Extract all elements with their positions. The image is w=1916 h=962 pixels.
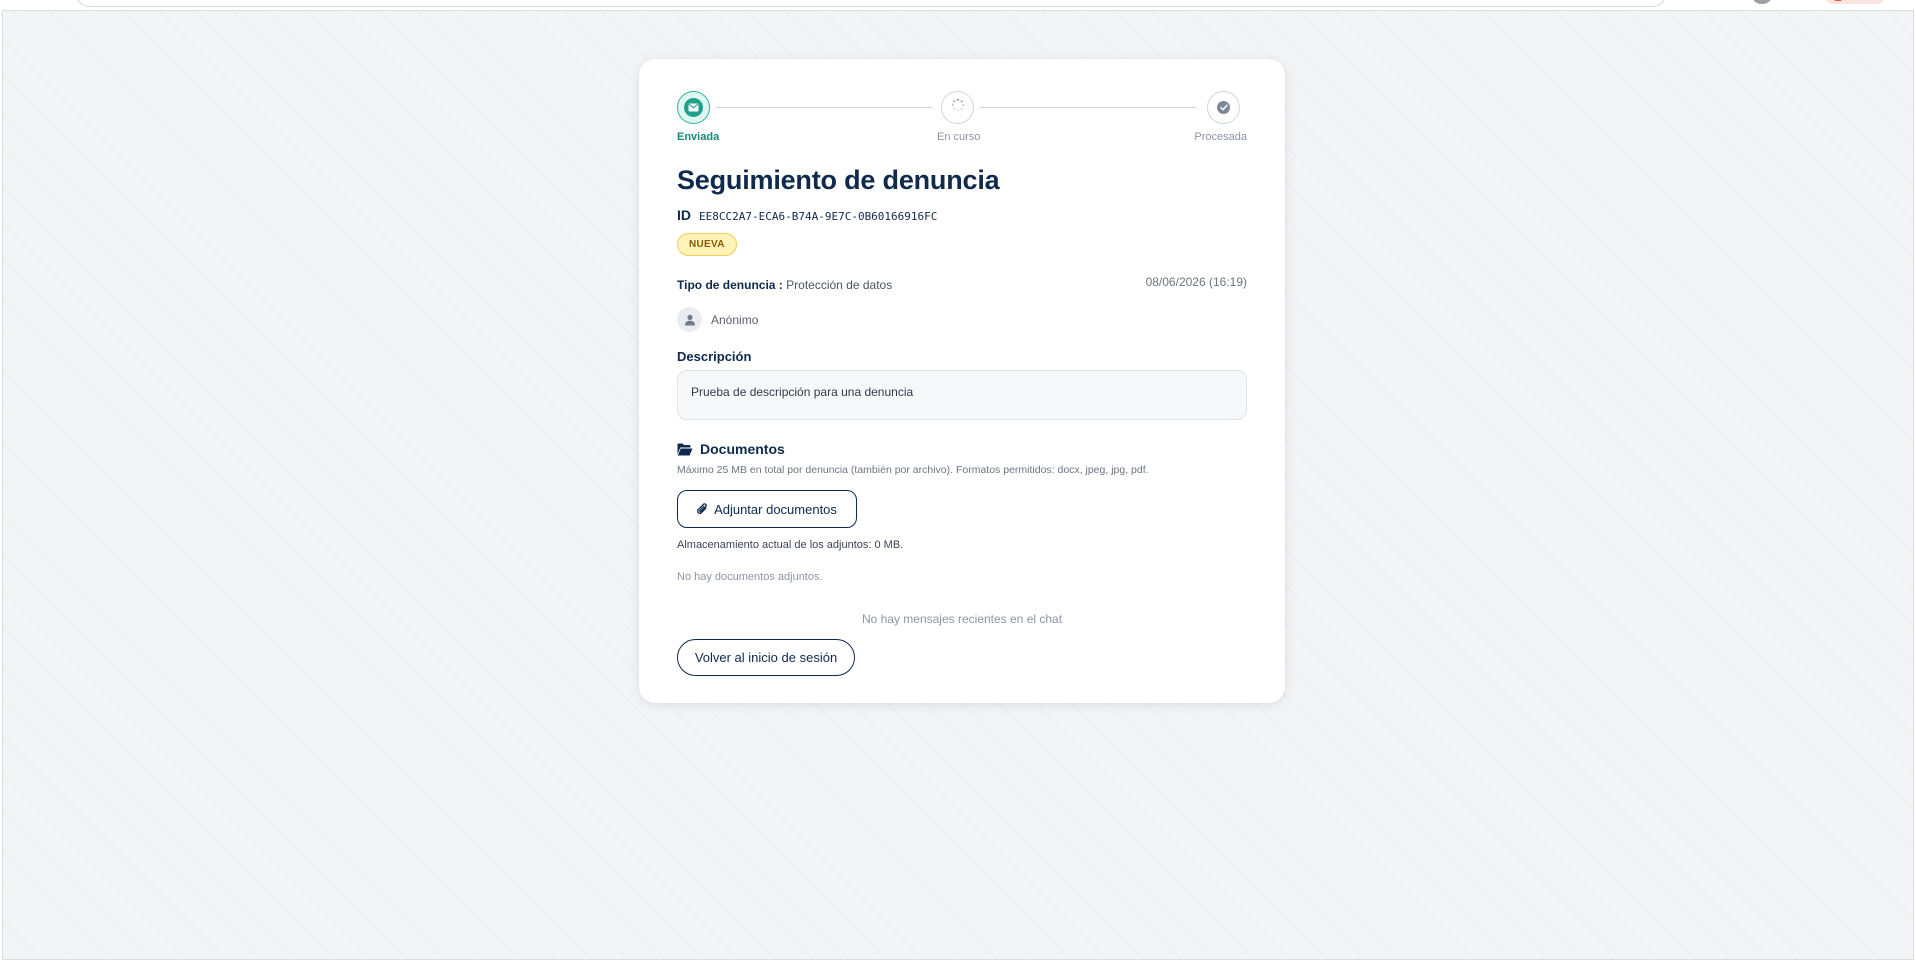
step-procesada [1207,91,1240,124]
storage-usage-text: Almacenamiento actual de los adjuntos: 0… [677,539,904,551]
spinner-icon [951,98,965,117]
back-to-login-button[interactable]: Volver al inicio de sesión [677,639,855,676]
documents-hint: Máximo 25 MB en total por denuncia (tamb… [677,464,1149,476]
report-tracking-card: Enviada En curso Procesada Seguimiento d… [639,59,1285,703]
user-icon [684,314,695,325]
address-bar[interactable] [76,0,1666,7]
browser-top-strip [0,0,1916,10]
chat-empty-text: No hay mensajes recientes en el chat [861,612,1063,626]
report-id-row: ID EE8CC2A7-ECA6-B74A-9E7C-0B60166916FC [677,207,937,223]
author-row: Anónimo [677,307,758,332]
no-documents-text: No hay documentos adjuntos. [677,571,823,583]
step-enviada [677,91,710,124]
page-background: Enviada En curso Procesada Seguimiento d… [2,10,1914,960]
status-badge: NUEVA [677,233,737,256]
check-circle-icon [1217,101,1230,114]
report-type-value: Protección de datos [786,278,893,292]
report-id-label: ID [677,207,691,223]
profile-icon[interactable] [1753,0,1771,4]
author-name: Anónimo [711,312,759,327]
folder-open-icon [677,443,693,455]
description-label: Descripción [677,349,752,364]
envelope-icon [684,98,703,117]
status-stepper: Enviada En curso Procesada [677,91,1247,151]
documents-title: Documentos [700,441,785,457]
description-box: Prueba de descripción para una denuncia [677,370,1247,420]
step-label-enviada: Enviada [677,131,720,143]
report-id-value: EE8CC2A7-ECA6-B74A-9E7C-0B60166916FC [699,210,938,223]
step-label-procesada: Procesada [1194,131,1247,143]
documents-header: Documentos [677,441,785,457]
step-label-en-curso: En curso [937,131,981,143]
report-type-label: Tipo de denuncia : [677,278,783,292]
extension-icon[interactable] [1826,0,1884,4]
page-title: Seguimiento de denuncia [677,165,1000,195]
step-connector [715,107,933,108]
avatar [677,307,702,332]
attach-documents-label: Adjuntar documentos [714,501,837,517]
report-date: 08/06/2026 (16:19) [1145,275,1247,289]
step-en-curso [941,91,974,124]
step-connector [979,107,1197,108]
paperclip-icon [697,503,707,515]
attach-documents-button[interactable]: Adjuntar documentos [677,490,857,528]
report-type-row: Tipo de denuncia : Protección de datos [677,278,892,292]
